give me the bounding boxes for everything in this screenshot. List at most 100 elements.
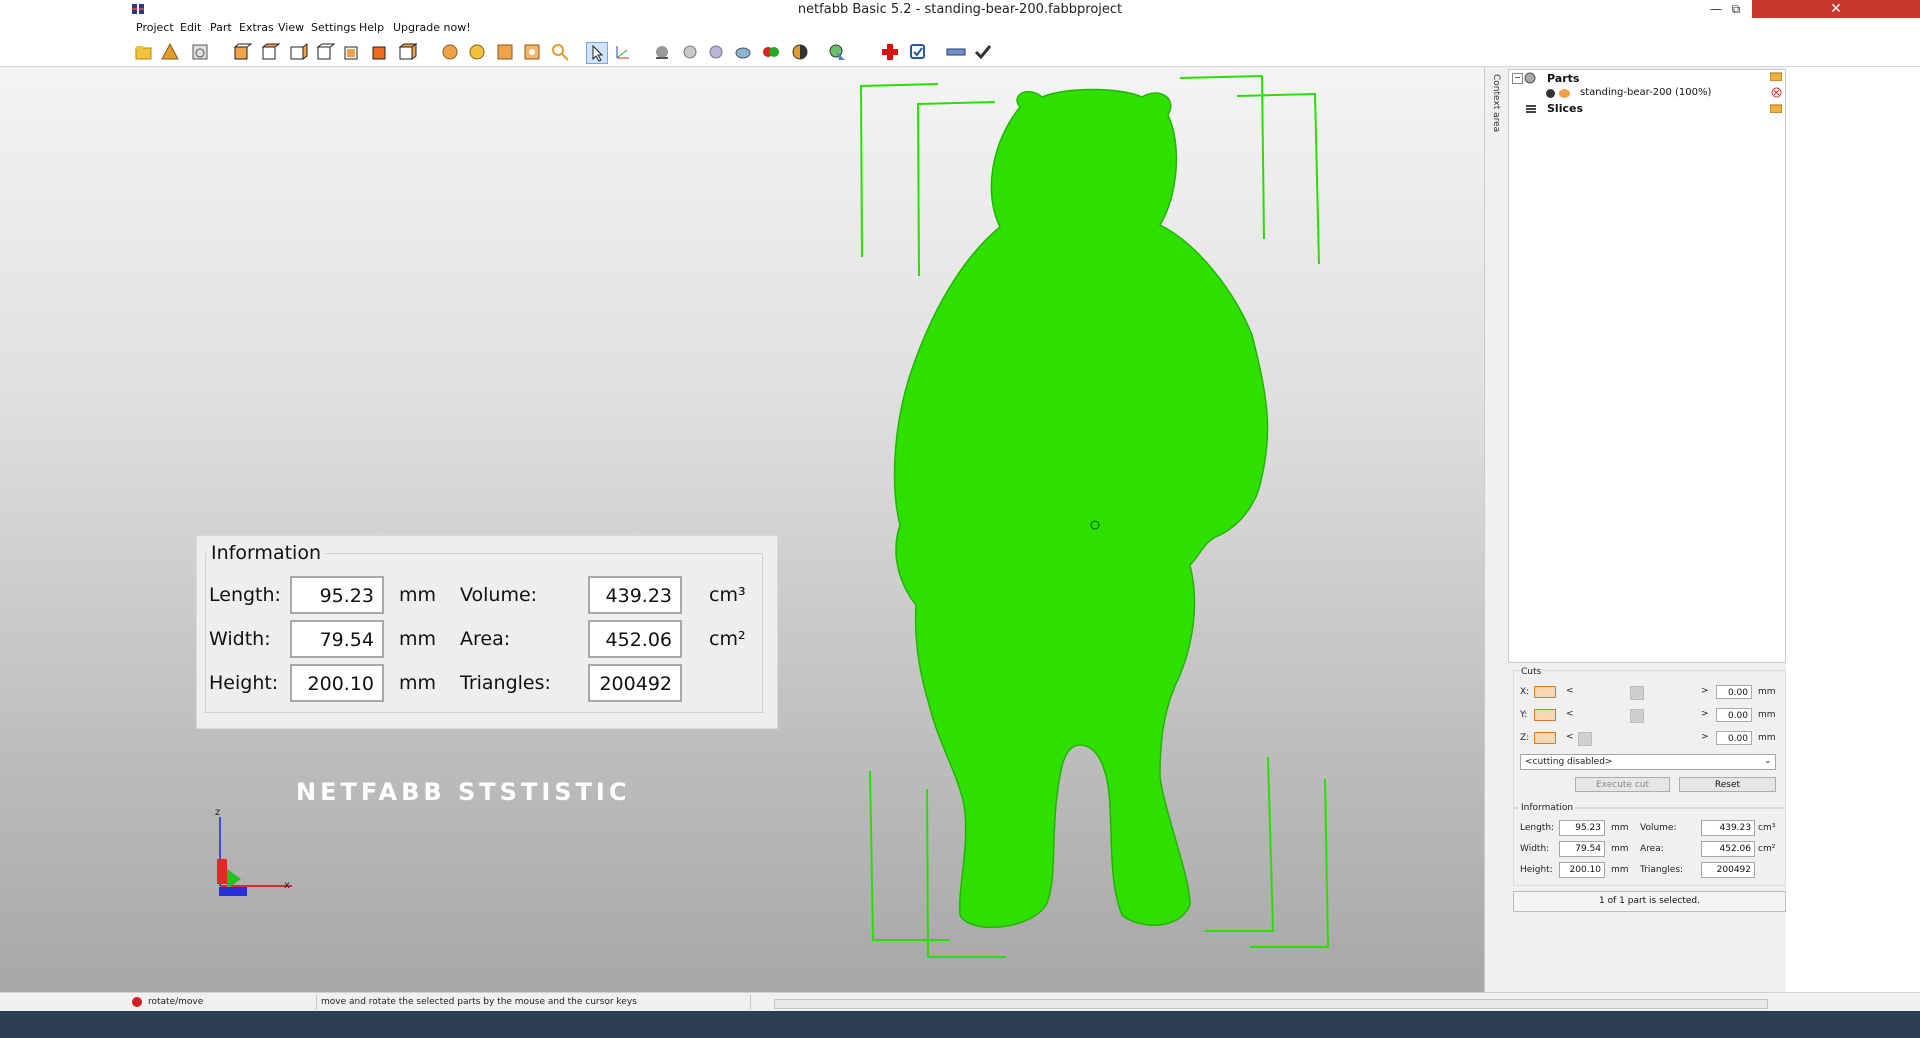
chevron-down-icon[interactable]: ⌄ (1764, 756, 1772, 766)
view-back-icon[interactable] (260, 42, 281, 62)
collapse-icon[interactable]: − (1512, 73, 1523, 84)
open-project-icon[interactable] (134, 42, 154, 62)
length-label: Length: (209, 584, 281, 606)
restore-icon[interactable]: ⧉ (1728, 0, 1744, 18)
width-field[interactable]: 79.54 (290, 620, 384, 658)
cut-x-color[interactable] (1534, 686, 1556, 698)
selection-status: 1 of 1 part is selected. (1513, 891, 1786, 912)
ruler-icon[interactable] (946, 42, 966, 62)
3d-viewport[interactable]: x z (0, 67, 1484, 992)
length-unit: mm (399, 584, 437, 606)
view-left-icon[interactable] (288, 42, 308, 62)
parts-icon (1524, 72, 1536, 84)
tree-part-item[interactable]: standing-bear-200 (100%) (1580, 87, 1711, 98)
app-icon (132, 4, 144, 14)
tree-parts-label[interactable]: Parts (1547, 72, 1579, 85)
select-cursor-icon[interactable] (586, 42, 608, 64)
cut-x-slider[interactable] (1630, 686, 1644, 700)
save-icon[interactable] (190, 42, 210, 62)
status-mode: rotate/move (148, 997, 204, 1007)
menu-settings[interactable]: Settings (309, 20, 358, 36)
side-volume-unit: cm³ (1758, 823, 1776, 833)
cut-y-slider[interactable] (1630, 709, 1644, 723)
close-icon[interactable]: ✕ (1752, 0, 1920, 18)
menu-view[interactable]: View (276, 20, 306, 36)
side-length-field[interactable]: 95.23 (1559, 820, 1605, 836)
volume-unit: cm³ (709, 584, 746, 606)
reset-button[interactable]: Reset (1679, 777, 1776, 792)
zoom-icon[interactable] (522, 42, 542, 62)
menu-edit[interactable]: Edit (178, 20, 203, 36)
view-right-icon[interactable] (315, 42, 336, 62)
light-icon[interactable] (680, 42, 700, 62)
parts-folder-icon[interactable] (1769, 71, 1783, 82)
measure-icon[interactable] (827, 42, 847, 62)
shading-icon[interactable] (652, 42, 672, 62)
cut-x-input[interactable]: 0.00 (1716, 685, 1752, 699)
zoom-all-icon[interactable] (440, 42, 460, 62)
cut-x-unit: mm (1758, 687, 1776, 697)
side-width-unit: mm (1611, 844, 1629, 854)
cut-x-right-arrow[interactable]: > (1701, 686, 1709, 696)
render-icon[interactable] (733, 42, 753, 62)
execute-cut-button[interactable]: Execute cut (1575, 777, 1670, 792)
cut-x-left-arrow[interactable]: < (1566, 686, 1574, 696)
os-taskbar (0, 1011, 1920, 1038)
cut-z-left-arrow[interactable]: < (1566, 732, 1574, 742)
material-icon[interactable] (706, 42, 726, 62)
side-width-field[interactable]: 79.54 (1559, 841, 1605, 857)
cut-z-right-arrow[interactable]: > (1701, 732, 1709, 742)
slices-folder-icon[interactable] (1769, 103, 1783, 114)
add-part-icon[interactable] (160, 42, 180, 62)
height-field[interactable]: 200.10 (290, 664, 384, 702)
cutting-mode-select[interactable]: <cutting disabled> ⌄ (1520, 754, 1776, 770)
tree-slices-label[interactable]: Slices (1547, 102, 1583, 115)
length-field[interactable]: 95.23 (290, 576, 384, 614)
cut-y-right-arrow[interactable]: > (1701, 709, 1709, 719)
panel-splitter[interactable] (1484, 67, 1508, 992)
menu-upgrade[interactable]: Upgrade now! (391, 20, 473, 36)
view-iso-icon[interactable] (397, 42, 418, 62)
view-top-icon[interactable] (342, 42, 362, 62)
color-icon[interactable] (761, 42, 781, 62)
cut-z-color[interactable] (1534, 732, 1556, 744)
slices-icon (1525, 103, 1537, 115)
information-title: Information (207, 542, 325, 564)
context-area-tab[interactable]: Context area (1489, 74, 1501, 134)
menu-help[interactable]: Help (357, 20, 386, 36)
part-mesh-icon (1559, 89, 1570, 98)
cut-y-color[interactable] (1534, 709, 1556, 721)
repair-icon[interactable] (880, 42, 900, 62)
side-height-field[interactable]: 200.10 (1559, 862, 1605, 878)
section-icon[interactable] (790, 42, 810, 62)
side-area-field[interactable]: 452.06 (1701, 841, 1755, 857)
cut-y-left-arrow[interactable]: < (1566, 709, 1574, 719)
cut-y-input[interactable]: 0.00 (1716, 708, 1752, 722)
view-bottom-icon[interactable] (370, 42, 390, 62)
flag-icon[interactable] (908, 42, 928, 62)
cut-z-slider[interactable] (1578, 732, 1592, 746)
side-triangles-field[interactable]: 200492 (1701, 862, 1755, 878)
cut-z-input[interactable]: 0.00 (1716, 731, 1752, 745)
area-field[interactable]: 452.06 (588, 620, 682, 658)
search-icon[interactable] (550, 42, 570, 62)
zoom-selection-icon[interactable] (467, 42, 487, 62)
checkmark-icon[interactable] (973, 42, 993, 62)
status-hint: move and rotate the selected parts by th… (321, 997, 637, 1007)
side-volume-field[interactable]: 439.23 (1701, 820, 1755, 836)
status-divider (316, 995, 317, 1010)
zoom-part-icon[interactable] (495, 42, 515, 62)
move-icon[interactable] (613, 42, 633, 62)
menu-part[interactable]: Part (208, 20, 234, 36)
view-front-icon[interactable] (232, 42, 253, 62)
triangles-field[interactable]: 200492 (588, 664, 682, 702)
minimize-icon[interactable]: — (1708, 0, 1724, 18)
volume-field[interactable]: 439.23 (588, 576, 682, 614)
side-height-unit: mm (1611, 865, 1629, 875)
side-height-label: Height: (1520, 865, 1553, 875)
menu-project[interactable]: Project (134, 20, 176, 36)
triangles-label: Triangles: (460, 672, 551, 694)
menu-extras[interactable]: Extras (237, 20, 276, 36)
part-visibility-icon[interactable] (1546, 89, 1555, 98)
remove-part-icon[interactable] (1771, 87, 1782, 98)
